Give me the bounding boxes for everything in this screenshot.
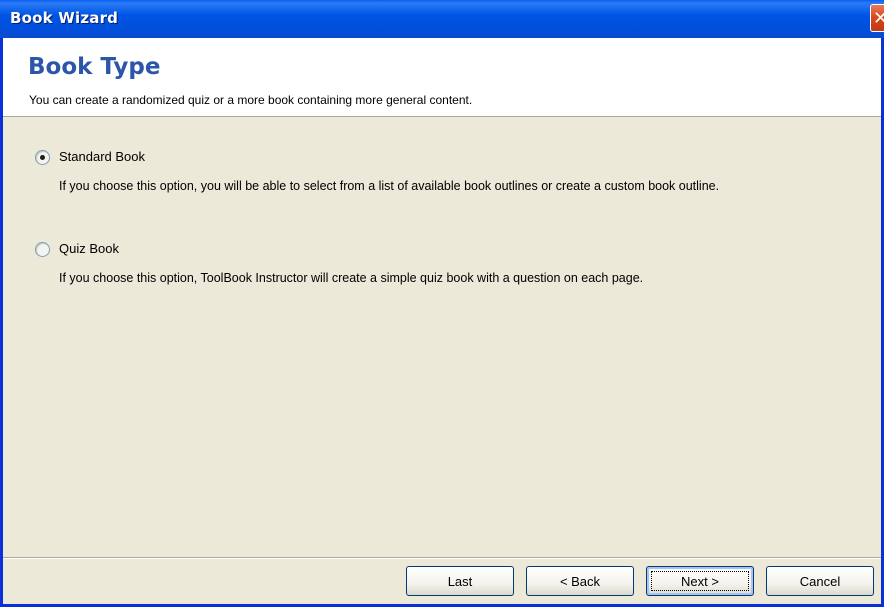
quiz-book-label[interactable]: Quiz Book <box>59 241 119 256</box>
cancel-button[interactable]: Cancel <box>766 566 874 596</box>
back-button-label: < Back <box>559 573 601 589</box>
footer-divider <box>3 557 881 559</box>
cancel-button-label: Cancel <box>799 573 841 589</box>
book-wizard-window: Book Wizard ✕ Book Type You can create a… <box>0 0 884 607</box>
last-button-label: Last <box>447 573 473 589</box>
quiz-book-radio[interactable] <box>35 242 50 257</box>
quiz-book-description: If you choose this option, ToolBook Inst… <box>59 271 644 285</box>
standard-book-description: If you choose this option, you will be a… <box>59 179 720 193</box>
window-title: Book Wizard <box>10 9 119 27</box>
page-title: Book Type <box>28 54 161 80</box>
back-button[interactable]: < Back <box>526 566 634 596</box>
header-panel: Book Type You can create a randomized qu… <box>3 38 881 117</box>
close-icon: ✕ <box>872 7 884 29</box>
focus-rectangle <box>651 571 749 591</box>
page-subtitle: You can create a randomized quiz or a mo… <box>29 93 473 107</box>
next-button[interactable]: Next > <box>646 566 754 596</box>
last-button[interactable]: Last <box>406 566 514 596</box>
close-button[interactable]: ✕ <box>870 4 884 32</box>
title-bar[interactable]: Book Wizard ✕ <box>0 0 884 38</box>
options-panel: Standard Book If you choose this option,… <box>3 117 881 557</box>
standard-book-label[interactable]: Standard Book <box>59 149 145 164</box>
standard-book-radio[interactable] <box>35 150 50 165</box>
